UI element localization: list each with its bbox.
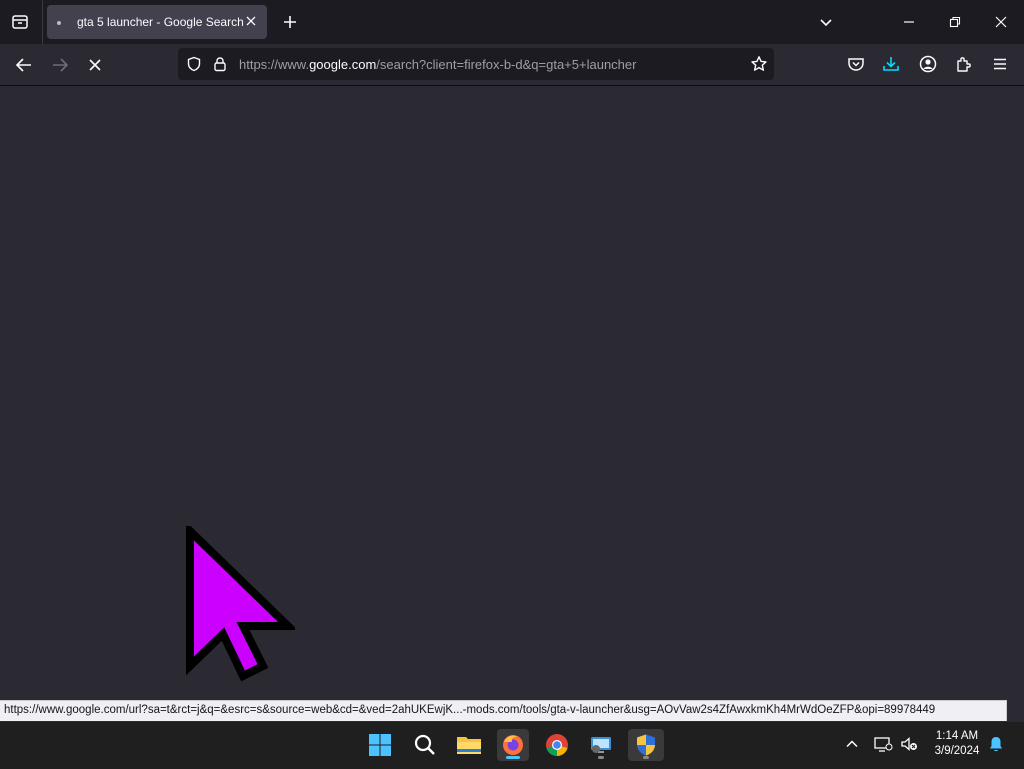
loading-favicon-icon bbox=[57, 21, 61, 25]
tab-strip: gta 5 launcher - Google Search bbox=[0, 0, 1024, 44]
navigation-toolbar: https://www.google.com/search?client=fir… bbox=[0, 44, 1024, 86]
url-text: https://www.google.com/search?client=fir… bbox=[239, 57, 637, 72]
tab-title: gta 5 launcher - Google Search bbox=[77, 15, 244, 29]
start-icon[interactable] bbox=[364, 729, 396, 761]
new-tab-icon[interactable] bbox=[280, 12, 300, 32]
clock-date: 3/9/2024 bbox=[934, 745, 980, 757]
running-app-indicator bbox=[643, 756, 649, 759]
firefox-icon[interactable] bbox=[497, 729, 529, 761]
file-explorer-icon[interactable] bbox=[453, 729, 485, 761]
pocket-icon[interactable] bbox=[846, 54, 866, 74]
active-app-indicator bbox=[506, 756, 520, 759]
tab-active[interactable]: gta 5 launcher - Google Search bbox=[47, 5, 267, 39]
chrome-icon[interactable] bbox=[541, 729, 573, 761]
address-bar[interactable]: https://www.google.com/search?client=fir… bbox=[178, 48, 774, 80]
security-shield-icon[interactable] bbox=[628, 729, 664, 761]
download-icon[interactable] bbox=[881, 54, 901, 74]
chevron-down-icon[interactable] bbox=[816, 12, 836, 32]
running-app-indicator bbox=[598, 756, 604, 759]
back-arrow-icon[interactable] bbox=[13, 54, 35, 76]
chevron-up-icon[interactable] bbox=[842, 734, 862, 754]
notification-bell-icon[interactable] bbox=[986, 734, 1006, 754]
page-content-area[interactable] bbox=[0, 86, 1024, 699]
stop-loading-icon[interactable] bbox=[84, 54, 106, 76]
tab-list-icon[interactable] bbox=[8, 10, 32, 34]
search-icon[interactable] bbox=[409, 729, 441, 761]
tracking-protection-shield-icon[interactable] bbox=[186, 56, 202, 72]
lock-icon[interactable] bbox=[212, 56, 228, 72]
minimize-icon[interactable] bbox=[899, 12, 919, 32]
system-clock[interactable]: 1:14 AM 3/9/2024 bbox=[925, 729, 989, 759]
mouse-pointer-icon bbox=[185, 521, 298, 686]
close-window-icon[interactable] bbox=[991, 12, 1011, 32]
status-link-text: https://www.google.com/url?sa=t&rct=j&q=… bbox=[4, 704, 936, 716]
tab-close-icon[interactable] bbox=[243, 13, 259, 29]
restore-icon[interactable] bbox=[945, 12, 965, 32]
network-icon[interactable] bbox=[873, 734, 893, 754]
remote-desktop-icon[interactable] bbox=[585, 729, 617, 761]
account-icon[interactable] bbox=[918, 54, 938, 74]
volume-muted-icon[interactable] bbox=[899, 734, 919, 754]
tab-separator bbox=[42, 0, 43, 44]
clock-time: 1:14 AM bbox=[935, 730, 979, 742]
forward-arrow-icon[interactable] bbox=[49, 54, 71, 76]
taskbar: 1:14 AM 3/9/2024 bbox=[0, 721, 1024, 769]
menu-hamburger-icon[interactable] bbox=[990, 54, 1010, 74]
extensions-icon[interactable] bbox=[954, 54, 974, 74]
bookmark-star-icon[interactable] bbox=[750, 55, 768, 73]
link-status-bar: https://www.google.com/url?sa=t&rct=j&q=… bbox=[0, 700, 1007, 722]
